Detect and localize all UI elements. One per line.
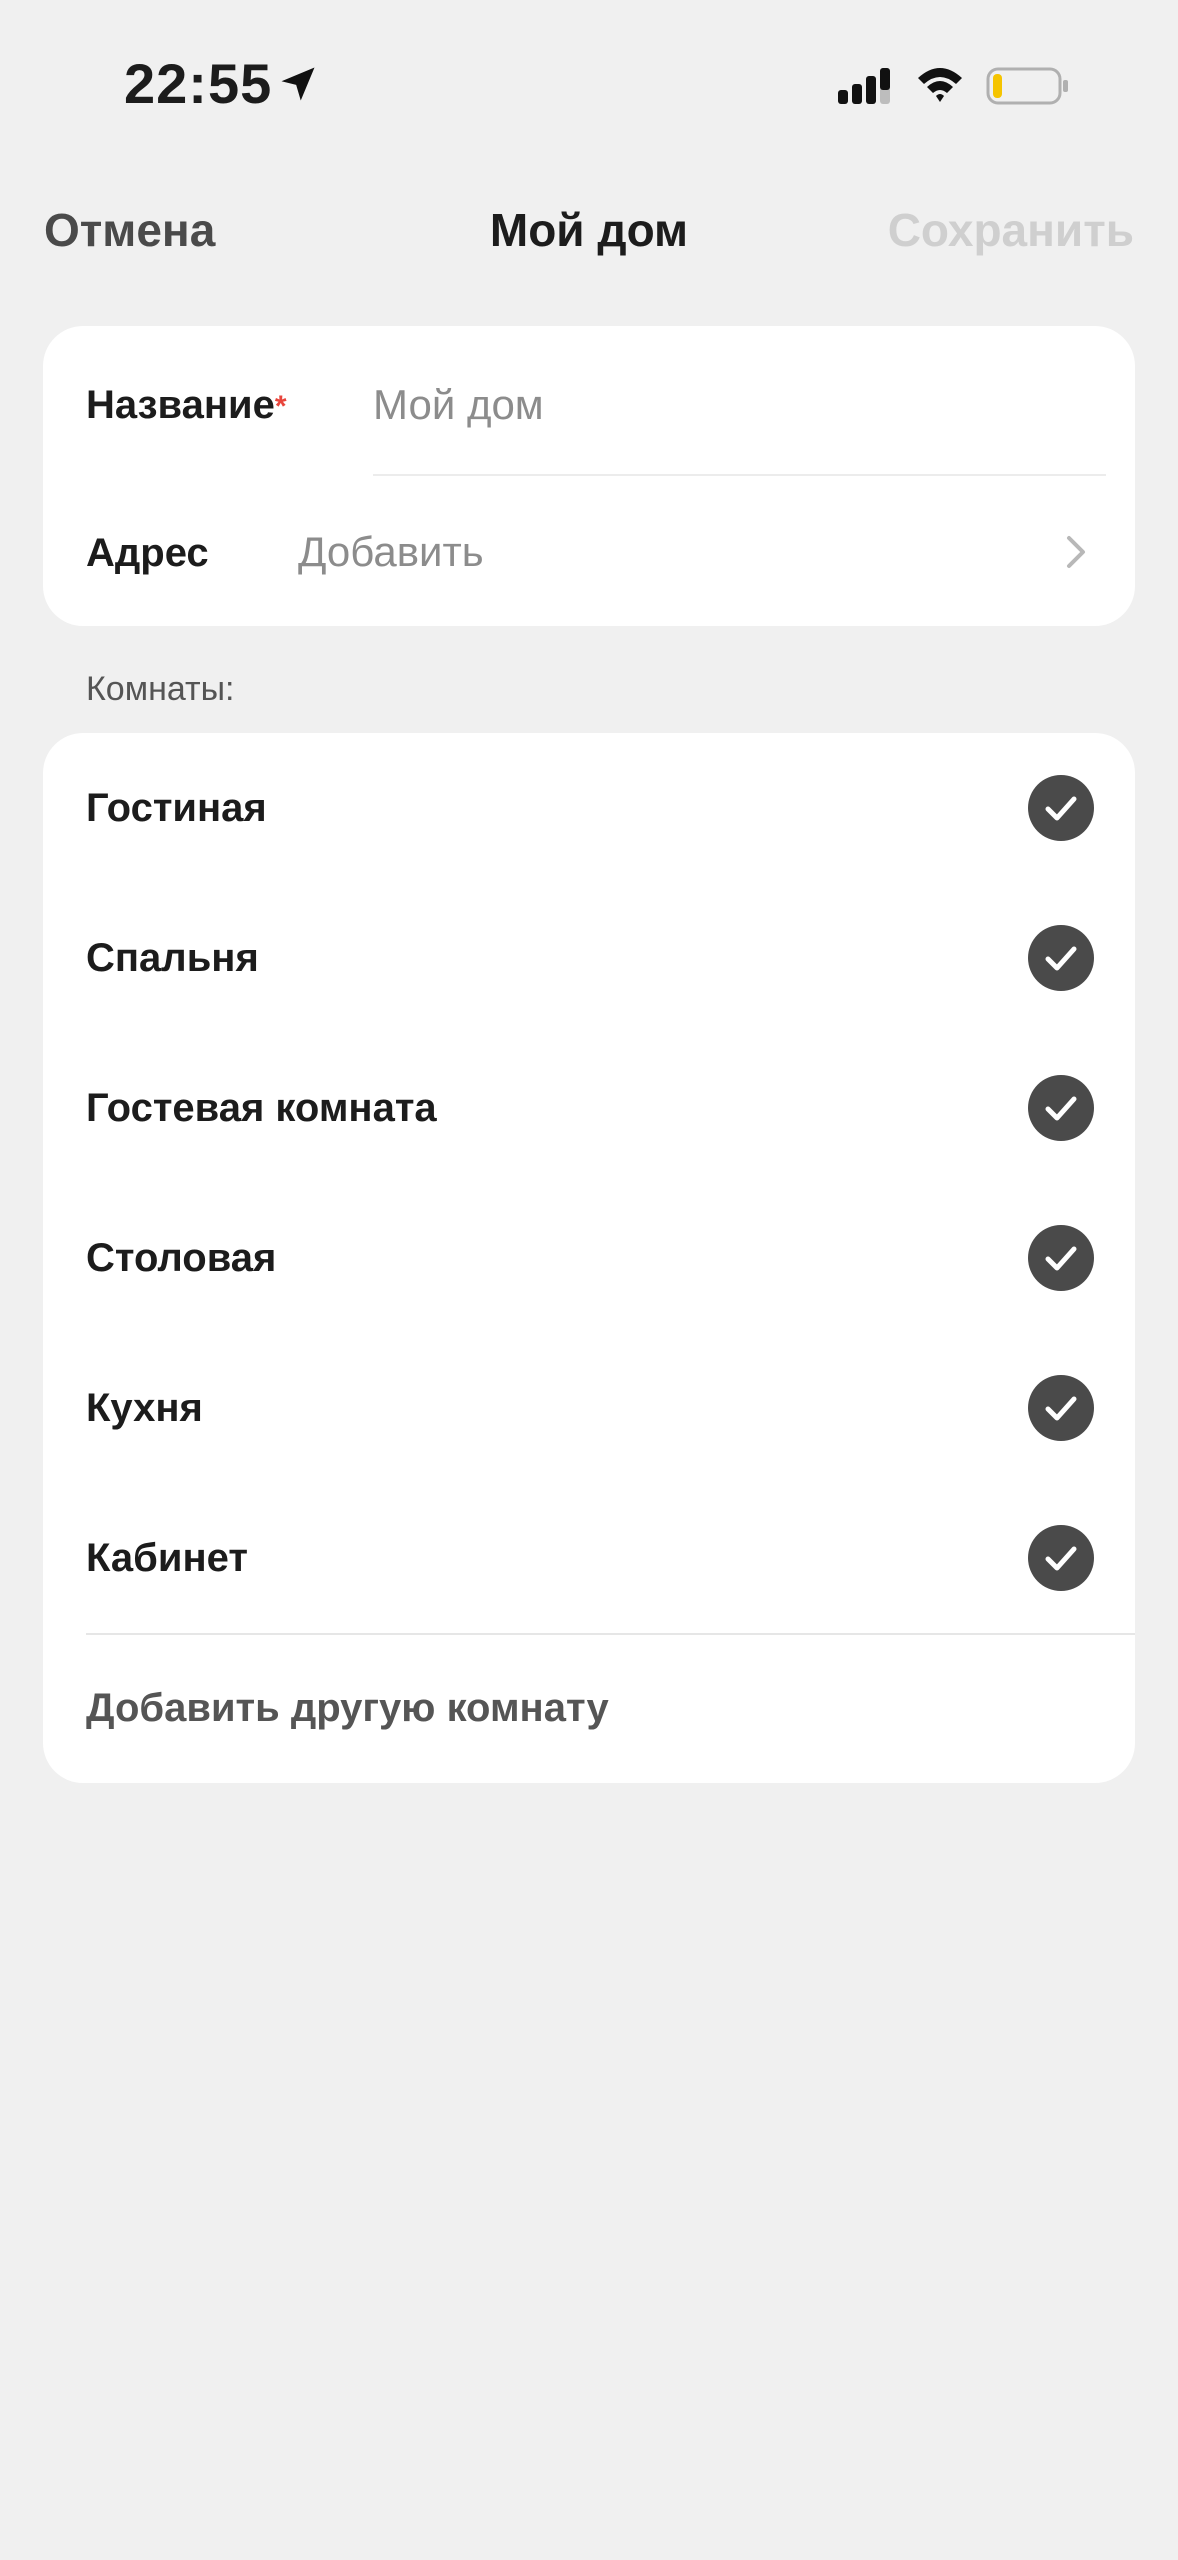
room-label: Гостиная — [86, 786, 267, 830]
rooms-section-label: Комнаты: — [86, 670, 235, 708]
checkmark-circle-icon[interactable] — [1028, 1075, 1094, 1141]
name-label-text: Название — [86, 383, 275, 427]
nav-bar: Отмена Мой дом Сохранить — [0, 180, 1178, 280]
checkmark-circle-icon[interactable] — [1028, 1375, 1094, 1441]
address-label: Адрес — [86, 531, 209, 575]
name-field-label: Название* — [86, 378, 287, 434]
checkmark-circle-icon[interactable] — [1028, 1225, 1094, 1291]
room-row[interactable]: Столовая — [43, 1183, 1135, 1333]
room-row[interactable]: Гостевая комната — [43, 1033, 1135, 1183]
location-arrow-icon — [281, 67, 315, 101]
add-room-label: Добавить другую комнату — [86, 1686, 609, 1730]
room-label: Кухня — [86, 1386, 203, 1430]
battery-icon — [986, 67, 1068, 105]
room-row[interactable]: Гостиная — [43, 733, 1135, 883]
checkmark-circle-icon[interactable] — [1028, 925, 1094, 991]
address-row[interactable]: Адрес Добавить — [43, 476, 1135, 626]
wifi-icon — [918, 68, 962, 102]
checkmark-circle-icon[interactable] — [1028, 775, 1094, 841]
rooms-card: Гостиная Спальня Гостевая комната Столовая К… — [43, 733, 1135, 1783]
room-label: Спальня — [86, 936, 259, 980]
chevron-right-icon — [1067, 536, 1085, 568]
required-mark: * — [274, 390, 287, 423]
status-bar: 22:55 — [0, 0, 1178, 170]
cellular-signal-icon — [838, 68, 890, 104]
address-value: Добавить — [298, 528, 484, 575]
room-row[interactable]: Кухня — [43, 1333, 1135, 1483]
room-label: Столовая — [86, 1236, 277, 1280]
status-time: 22:55 — [124, 52, 273, 115]
room-row[interactable]: Кабинет — [43, 1483, 1135, 1633]
room-label: Кабинет — [86, 1536, 248, 1580]
home-details-card: Название* Адрес Добавить — [43, 326, 1135, 626]
room-row[interactable]: Спальня — [43, 883, 1135, 1033]
name-input[interactable] — [373, 370, 1103, 440]
add-room-button[interactable]: Добавить другую комнату — [43, 1635, 1135, 1783]
checkmark-circle-icon[interactable] — [1028, 1525, 1094, 1591]
room-label: Гостевая комната — [86, 1086, 437, 1130]
save-button[interactable]: Сохранить — [888, 200, 1134, 260]
